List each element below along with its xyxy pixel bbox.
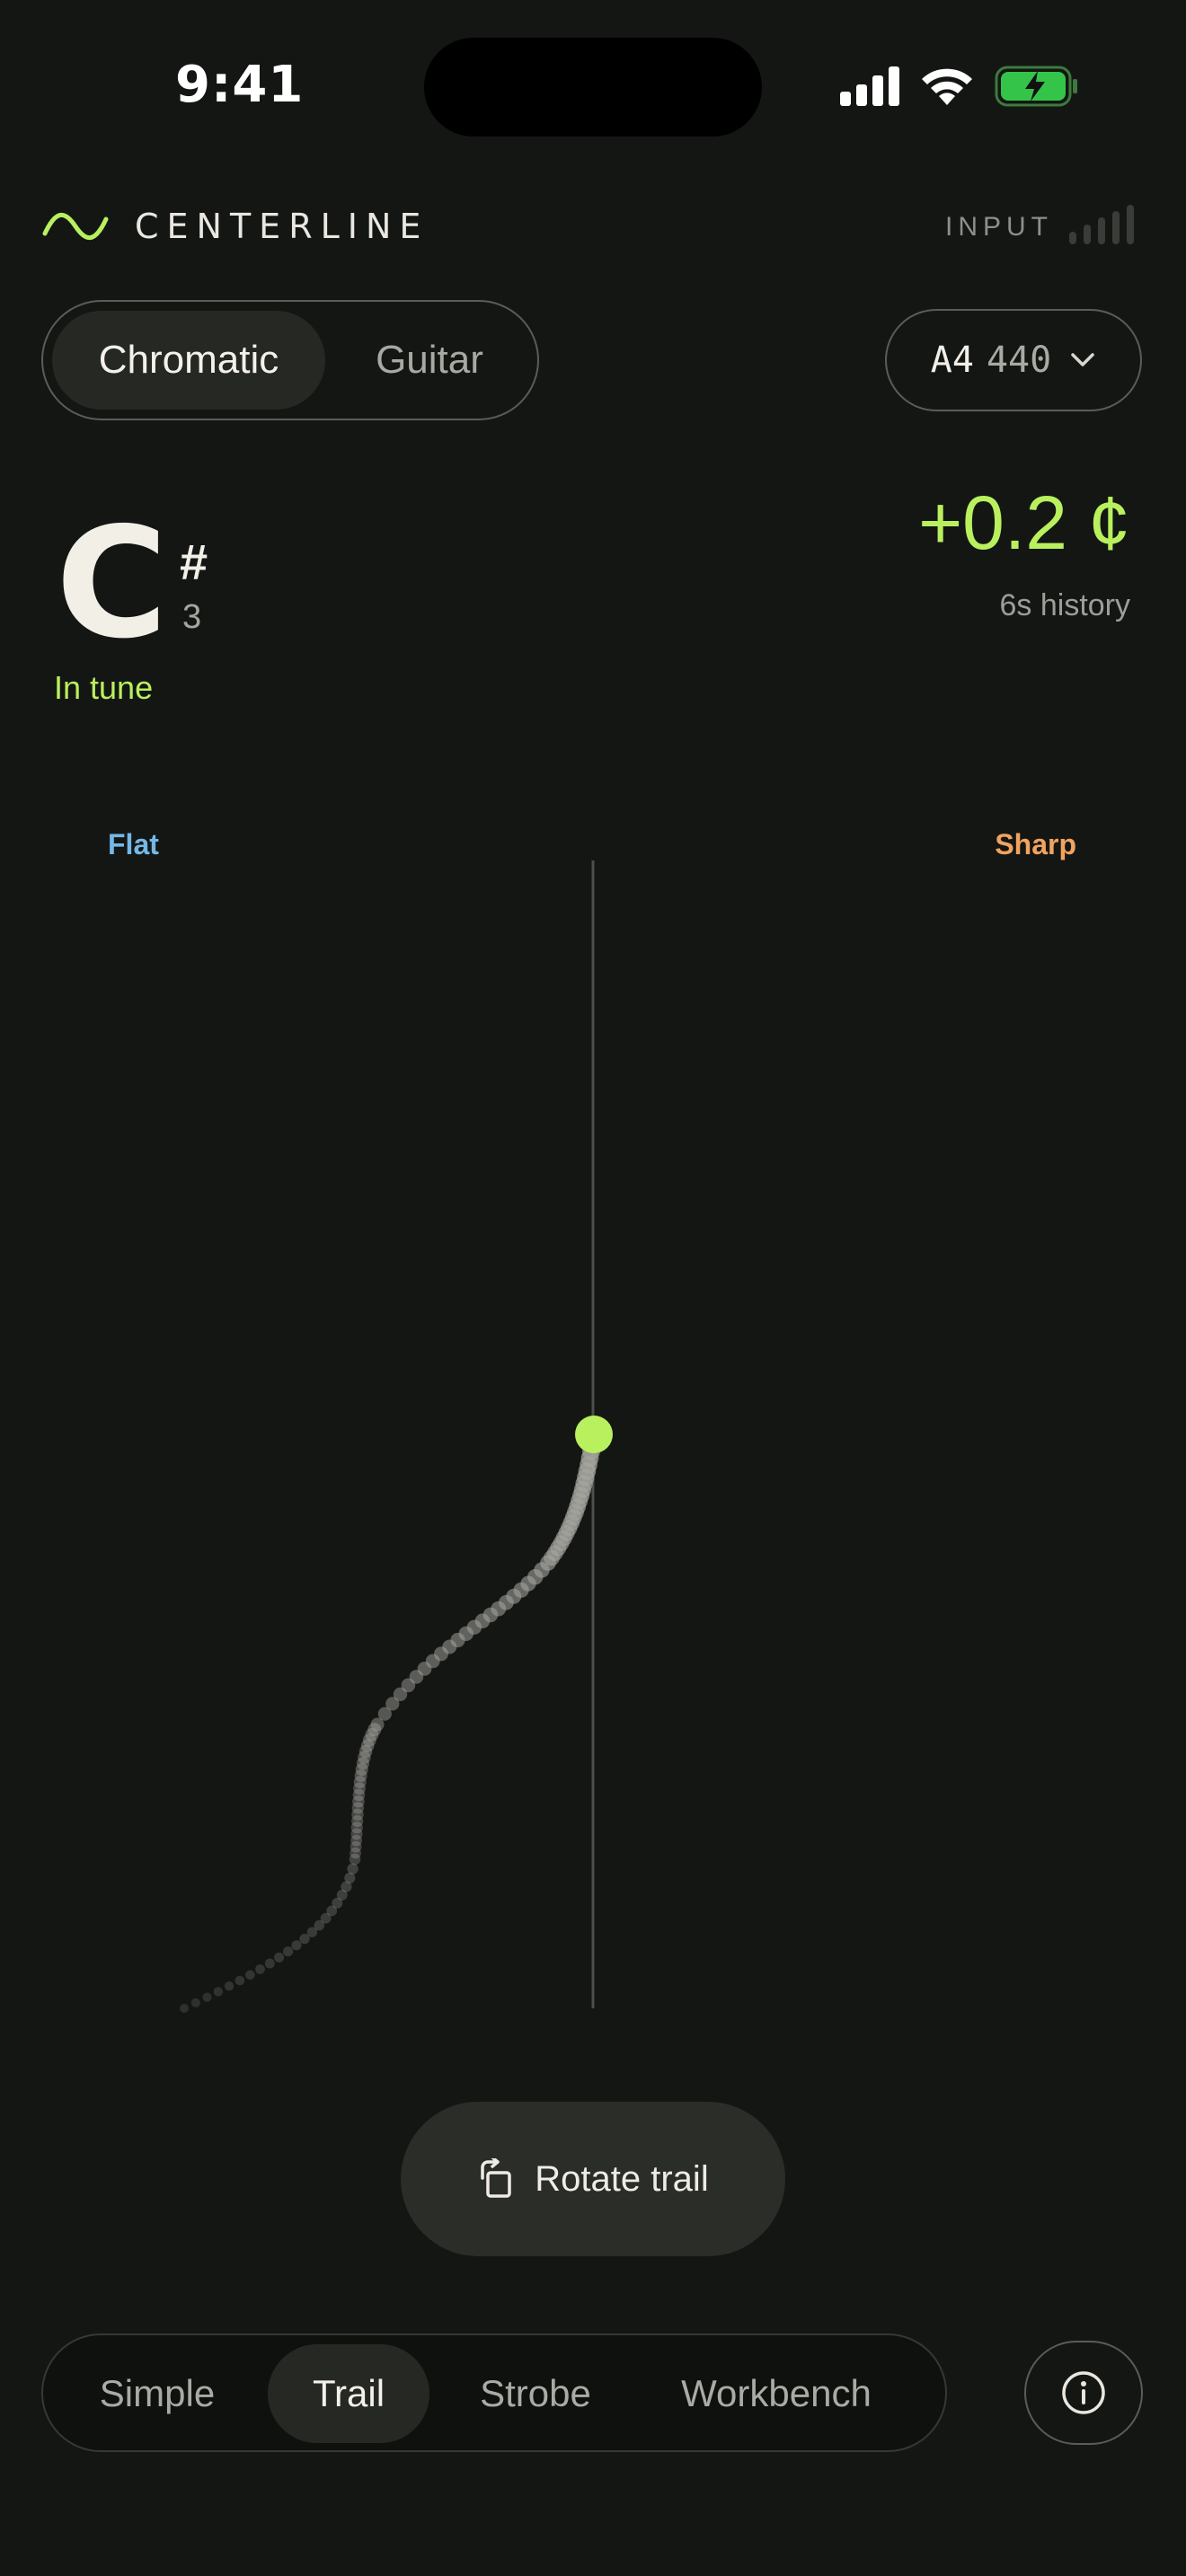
signal-icon: [840, 66, 899, 106]
reference-pitch-dropdown[interactable]: A4 440: [885, 309, 1142, 411]
info-icon: [1062, 2371, 1105, 2414]
info-button[interactable]: [1024, 2341, 1143, 2445]
history-length: 6s history: [999, 588, 1131, 622]
tab-workbench[interactable]: Workbench: [642, 2344, 911, 2443]
trail-point: [224, 1981, 235, 1991]
trail-point: [235, 1975, 245, 1986]
rotate-trail-label: Rotate trail: [535, 2158, 709, 2199]
view-selector: Simple Trail Strobe Workbench: [41, 2333, 947, 2452]
trail-point: [291, 1940, 302, 1951]
trail-points: [180, 1435, 602, 2013]
trail-point: [274, 1952, 285, 1963]
rotate-trail-button[interactable]: Rotate trail: [401, 2102, 785, 2256]
battery-icon: [995, 66, 1077, 107]
pitch-trail-graph: [180, 860, 613, 2013]
trail-point: [213, 1987, 224, 1997]
app-title: CENTERLINE: [135, 207, 429, 246]
mode-guitar-button[interactable]: Guitar: [340, 311, 519, 410]
rotate-icon: [481, 2158, 512, 2198]
dynamic-island: [424, 38, 762, 137]
status-icons: [840, 59, 1079, 113]
mode-chromatic-button[interactable]: Chromatic: [52, 311, 325, 410]
trail-point: [283, 1946, 294, 1957]
wave-icon: [42, 213, 109, 240]
trail-point: [245, 1970, 255, 1981]
trail-point: [180, 2004, 189, 2013]
trail-point: [255, 1964, 265, 1974]
chevron-down-icon: [1071, 353, 1094, 366]
input-label: INPUT: [945, 212, 1053, 242]
trail-point: [264, 1958, 275, 1969]
tab-trail[interactable]: Trail: [268, 2344, 429, 2443]
reference-note: A4: [930, 340, 974, 381]
trail-point: [190, 1998, 200, 2007]
tab-strobe[interactable]: Strobe: [444, 2344, 627, 2443]
status-time: 9:41: [175, 56, 305, 114]
reference-frequency: 440: [986, 340, 1052, 381]
note-octave: 3: [182, 598, 202, 636]
tuning-status: In tune: [54, 669, 154, 706]
cents-readout: +0.2 ¢: [918, 481, 1130, 565]
trail-point: [347, 1863, 358, 1875]
current-pitch-marker: [575, 1416, 613, 1453]
note-accidental: #: [180, 534, 208, 590]
trail-point: [202, 1992, 212, 2002]
tab-simple[interactable]: Simple: [61, 2344, 253, 2443]
note-name: C: [56, 495, 168, 673]
mode-selector: Chromatic Guitar: [41, 300, 539, 420]
wifi-icon: [922, 68, 972, 105]
input-meter-icon: [1069, 205, 1134, 244]
